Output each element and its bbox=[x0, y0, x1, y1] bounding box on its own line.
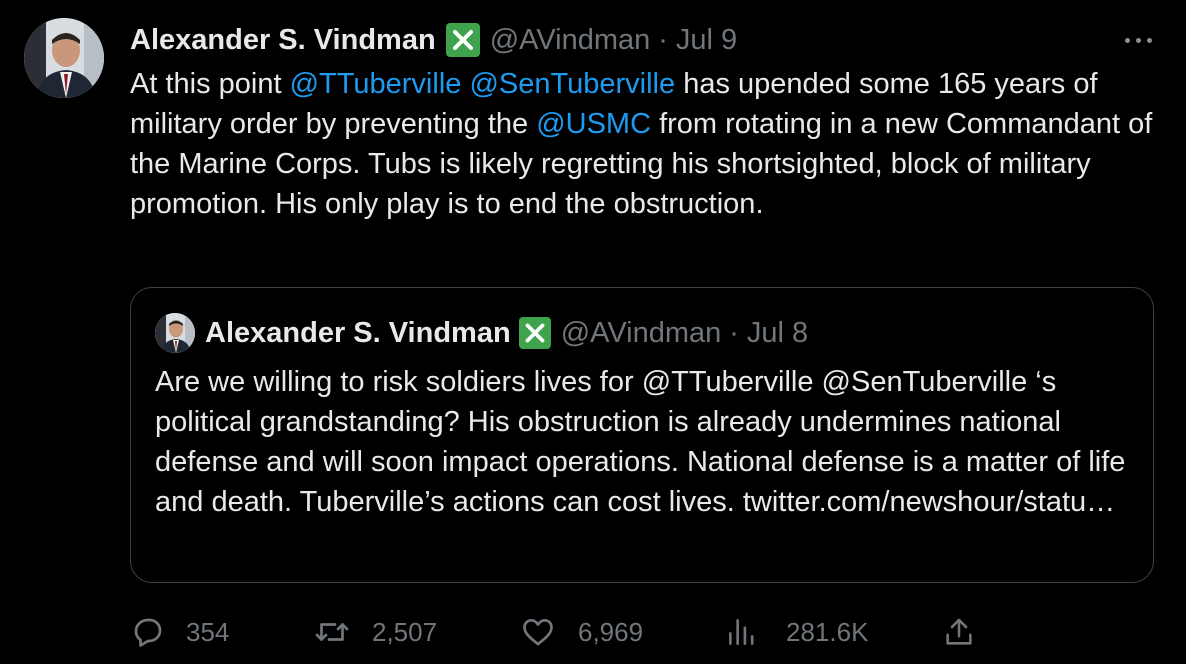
quoted-tweet[interactable]: Alexander S. Vindman @AVindman · Jul 8 A… bbox=[130, 287, 1154, 583]
quoted-header: Alexander S. Vindman @AVindman · Jul 8 bbox=[205, 313, 808, 353]
mention-link[interactable]: @TTuberville bbox=[290, 68, 462, 100]
tweet[interactable]: Alexander S. Vindman @AVindman · Jul 9 A… bbox=[0, 0, 1186, 664]
mention-link[interactable]: @USMC bbox=[536, 108, 651, 140]
body-text-segment: At this point bbox=[130, 68, 290, 100]
quoted-author-name: Alexander S. Vindman bbox=[205, 316, 511, 349]
mention-link[interactable]: @SenTuberville bbox=[469, 68, 675, 100]
tweet-date[interactable]: Jul 9 bbox=[676, 24, 737, 57]
share-button[interactable] bbox=[942, 610, 976, 654]
reply-count: 354 bbox=[186, 616, 230, 647]
like-count: 6,969 bbox=[578, 616, 644, 647]
reply-icon bbox=[130, 614, 166, 650]
quoted-date: Jul 8 bbox=[746, 316, 809, 349]
separator-dot: · bbox=[729, 316, 739, 349]
views-count: 281.6K bbox=[786, 616, 869, 647]
verified-badge-icon bbox=[445, 23, 480, 57]
more-icon[interactable] bbox=[1118, 28, 1158, 52]
author-name[interactable]: Alexander S. Vindman bbox=[130, 24, 436, 57]
quoted-body: Are we willing to risk soldiers lives fo… bbox=[155, 366, 1126, 518]
repost-button[interactable]: 2,507 bbox=[312, 610, 437, 654]
like-button[interactable]: 6,969 bbox=[520, 610, 643, 654]
repost-count: 2,507 bbox=[372, 616, 438, 647]
avatar[interactable] bbox=[24, 18, 104, 98]
quoted-author-handle: @AVindman bbox=[560, 316, 722, 349]
reply-button[interactable]: 354 bbox=[130, 610, 229, 654]
tweet-header: Alexander S. Vindman @AVindman · Jul 9 bbox=[130, 20, 737, 60]
views-icon bbox=[726, 614, 758, 650]
like-icon bbox=[520, 614, 556, 650]
separator-dot: · bbox=[658, 23, 668, 56]
share-icon bbox=[942, 614, 976, 650]
quoted-avatar[interactable] bbox=[155, 313, 195, 353]
author-handle[interactable]: @AVindman bbox=[490, 24, 651, 57]
repost-icon bbox=[312, 614, 352, 650]
verified-badge-icon bbox=[518, 317, 551, 349]
action-bar: 354 2,507 6,969 281.6K bbox=[0, 610, 1186, 654]
views-button[interactable]: 281.6K bbox=[726, 610, 868, 654]
tweet-body: At this point @TTuberville @SenTubervill… bbox=[130, 64, 1160, 224]
